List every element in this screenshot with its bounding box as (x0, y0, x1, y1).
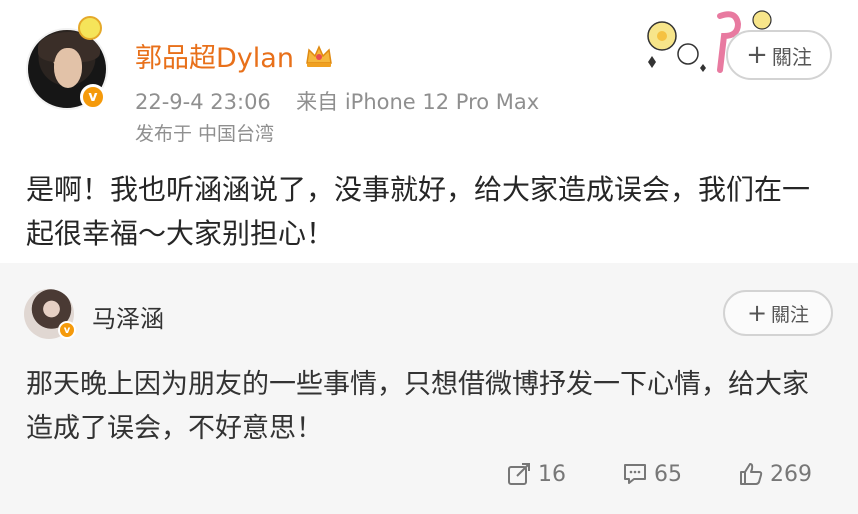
plus-icon: + (746, 40, 768, 70)
follow-label: 關注 (771, 44, 812, 69)
comment-button[interactable]: 65 (622, 461, 682, 487)
post-location: 发布于 中国台湾 (135, 123, 275, 145)
like-icon (740, 463, 763, 485)
post-username[interactable]: 郭品超Dylan (135, 36, 294, 75)
like-count: 269 (770, 461, 812, 487)
weibo-post: v 郭品超Dylan 22-9-4 23:06 来自 iPhone 12 Pro… (0, 0, 858, 263)
verified-badge-icon: v (58, 321, 76, 339)
reposted-card[interactable]: v 马泽涵 + 關注 那天晚上因为朋友的一些事情，只想借微博抒发一下心情，给大家… (0, 263, 858, 514)
repost-follow-button[interactable]: + 關注 (723, 290, 833, 336)
action-bar: 16 65 269 (0, 461, 858, 501)
plus-icon: + (746, 299, 768, 327)
avatar-face (54, 48, 82, 88)
share-count: 16 (538, 461, 566, 487)
post-text: 是啊！我也听涵涵说了，没事就好，给大家造成误会，我们在一起很幸福～大家别担心！ (26, 173, 811, 250)
comment-icon (624, 464, 646, 484)
share-button[interactable]: 16 (506, 461, 566, 487)
crown-icon (306, 44, 332, 67)
follow-button[interactable]: + 關注 (726, 30, 832, 80)
like-button[interactable]: 269 (738, 461, 812, 487)
repost-text: 那天晚上因为朋友的一些事情，只想借微博抒发一下心情，给大家造成了误会，不好意思！ (26, 369, 809, 444)
post-meta: 22-9-4 23:06 来自 iPhone 12 Pro Max (135, 86, 539, 116)
comment-count: 65 (654, 461, 682, 487)
repost-username[interactable]: 马泽涵 (92, 299, 164, 334)
verified-badge-icon: v (80, 84, 106, 110)
post-timestamp: 22-9-4 23:06 (135, 90, 271, 114)
share-icon (508, 463, 530, 485)
follow-label: 關注 (771, 303, 810, 326)
post-source: 来自 iPhone 12 Pro Max (296, 90, 540, 114)
avatar-pendant-icon (78, 16, 102, 40)
post-header: 郭品超Dylan (135, 36, 334, 75)
